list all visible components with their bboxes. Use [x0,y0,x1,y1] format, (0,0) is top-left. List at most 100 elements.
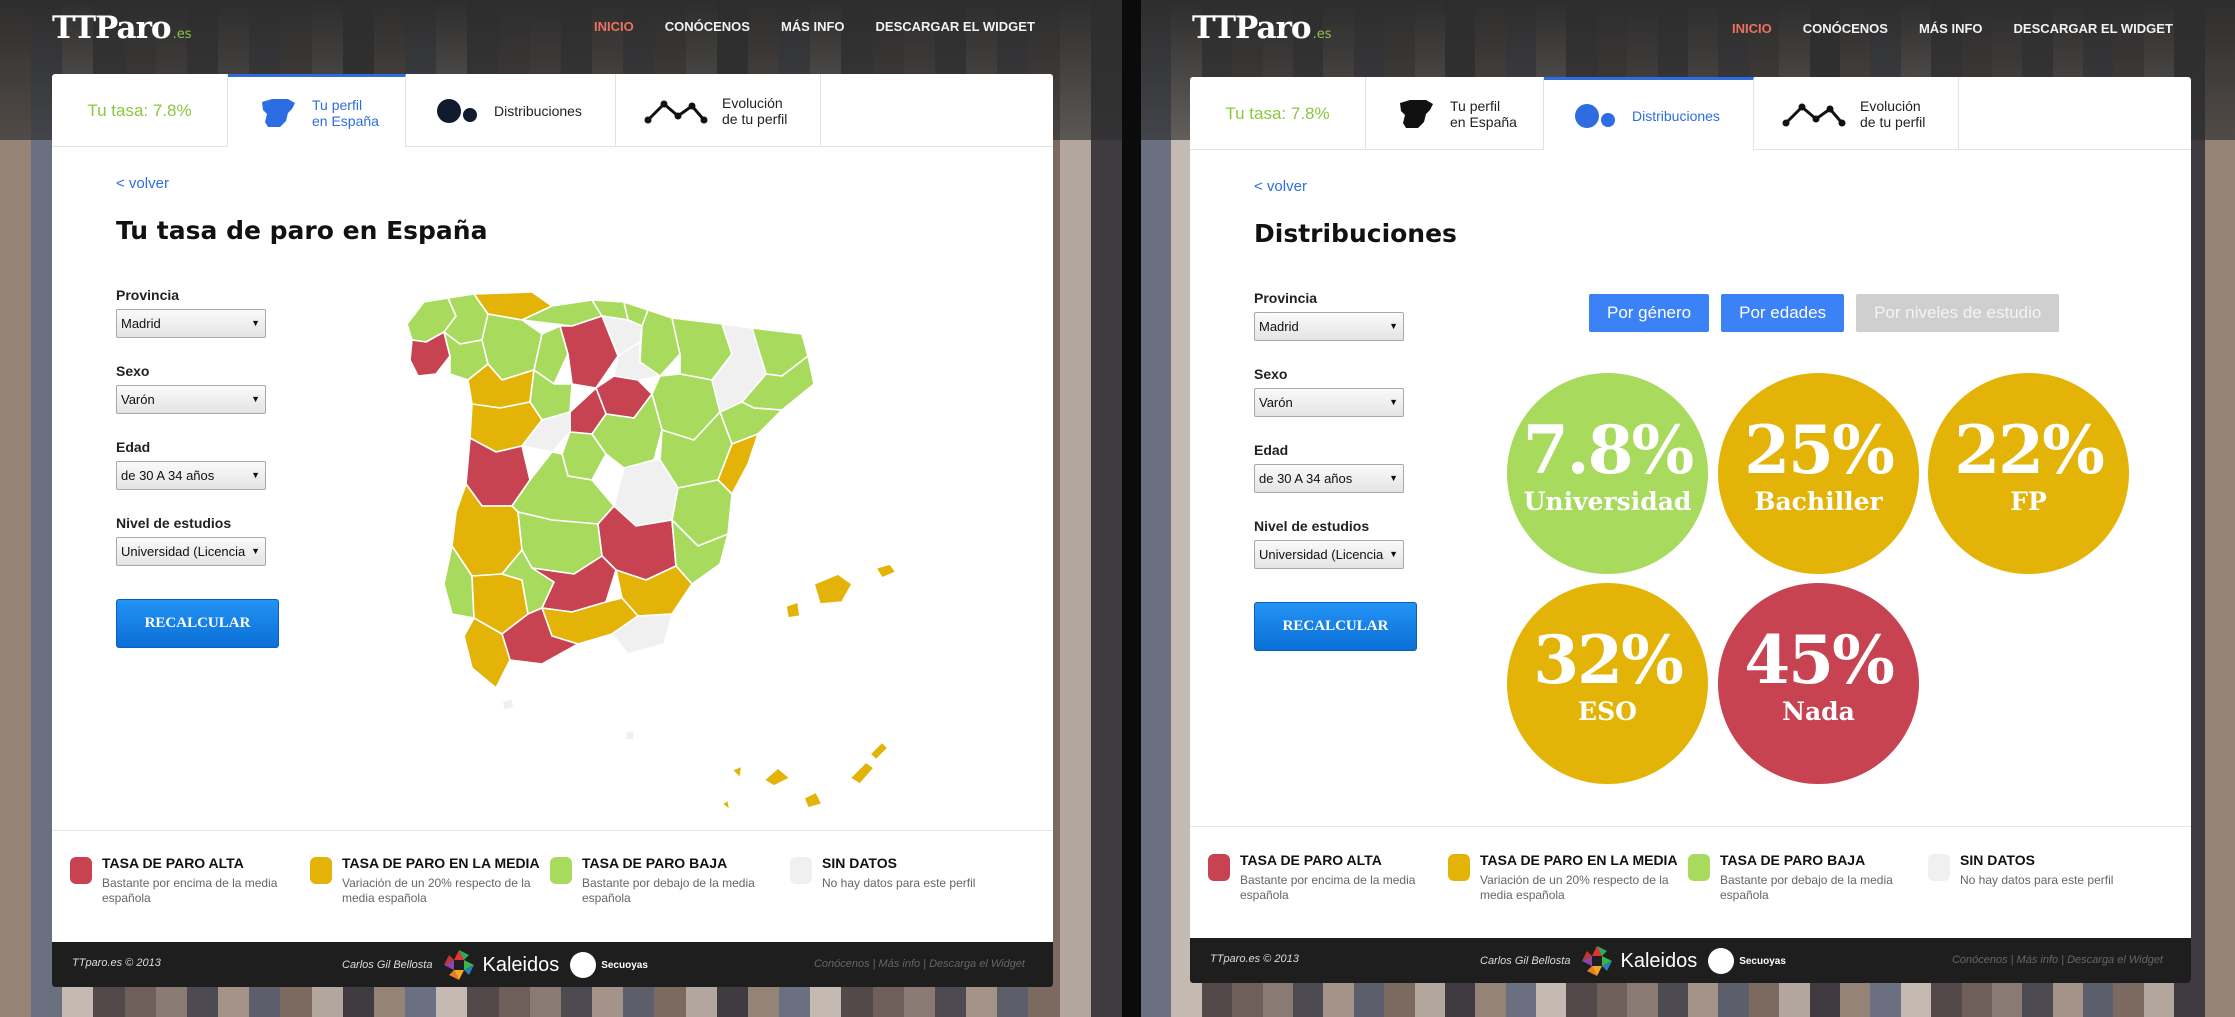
estudios-select[interactable]: Universidad (Licencia ▼ [1254,540,1404,569]
recalcular-button[interactable]: RECALCULAR [116,599,279,648]
province-canarias-east [849,741,889,785]
bubble-fp: 22% FP [1928,373,2129,574]
bubble-bachiller: 25% Bachiller [1718,373,1919,574]
edad-select[interactable]: de 30 A 34 años ▼ [1254,464,1404,493]
select-arrow-icon: ▼ [1389,549,1398,559]
distribution-icon [437,98,477,123]
tab-perfil[interactable]: Tu perfil en España [228,74,406,148]
tab-distribuciones[interactable]: Distribuciones [1544,77,1754,151]
footer-credits: Carlos Gil Bellosta Kaleidos Secuoyas [1480,944,1786,978]
tab-evolucion[interactable]: Evolución de tu perfil [616,74,821,147]
legend-desc: Bastante por debajo de la media española [1720,873,1893,902]
footer-links[interactable]: Conócenos | Más info | Descarga el Widge… [814,958,1025,970]
select-arrow-icon: ▼ [251,546,260,556]
top-bar: TTParo .es INICIO CONÓCENOS MÁS INFO DESC… [1141,0,2235,70]
province-ceuta [501,697,515,711]
legend-desc: Bastante por debajo de la media española [582,876,755,905]
select-arrow-icon: ▼ [251,470,260,480]
bubble-label: Bachiller [1754,487,1883,516]
tab-perfil-label: Tu perfil en España [312,96,379,129]
provincia-label: Provincia [1254,290,1318,306]
filter-por-edades[interactable]: Por edades [1721,294,1845,332]
filter-por-genero[interactable]: Por género [1589,294,1710,332]
select-arrow-icon: ▼ [1389,321,1398,331]
filter-por-niveles-estudio[interactable]: Por niveles de estudio [1856,294,2060,332]
back-link[interactable]: < volver [1254,178,1307,195]
legend-swatch-no-data [790,857,812,884]
tab-bar: Tu tasa: 7.8% Tu perfil en España Distri… [52,74,1053,148]
tab-perfil[interactable]: Tu perfil en España [1366,77,1544,150]
bubble-label: FP [2010,487,2047,516]
nav-conocenos[interactable]: CONÓCENOS [1803,21,1888,36]
sexo-label: Sexo [1254,366,1288,382]
legend-item-no-data: SIN DATOS No hay datos para este perfil [1928,852,2168,903]
bubble-label: Universidad [1523,487,1692,516]
bubble-value: 45% [1744,621,1895,699]
legend-title: TASA DE PARO BAJA [582,855,728,871]
sexo-select[interactable]: Varón ▼ [1254,388,1404,417]
province-canarias-small [721,799,731,811]
provincia-label: Provincia [116,287,180,303]
page-title: Distribuciones [1254,219,1457,248]
back-link[interactable]: < volver [116,175,169,192]
footer-author[interactable]: Carlos Gil Bellosta [1480,955,1570,967]
nav-descargar-widget[interactable]: DESCARGAR EL WIDGET [876,19,1035,34]
bubble-nada: 45% Nada [1718,583,1919,784]
spain-map-icon [1400,99,1433,128]
nav-descargar-widget[interactable]: DESCARGAR EL WIDGET [2014,21,2173,36]
main-card: Tu tasa: 7.8% Tu perfil en España Distri… [52,74,1053,987]
kaleidos-logo-icon [444,950,475,980]
legend-desc: Bastante por encima de la media española [1240,873,1416,902]
kaleidos-brand[interactable]: Kaleidos [1620,950,1697,973]
select-arrow-icon: ▼ [1389,397,1398,407]
nav-mas-info[interactable]: MÁS INFO [1919,21,1983,36]
province-baleares-ibiza [785,601,801,619]
secuoyas-brand[interactable]: Secuoyas [601,960,648,971]
province-melilla [625,729,635,741]
rate-label: Tu tasa: 7.8% [1225,103,1330,123]
estudios-label: Nivel de estudios [116,515,232,531]
legend-swatch-average [310,857,332,884]
footer-links[interactable]: Conócenos | Más info | Descarga el Widge… [1952,954,2163,966]
top-bar: TTParo .es INICIO CONÓCENOS MÁS INFO DESC… [0,0,1122,70]
estudios-select[interactable]: Universidad (Licencia ▼ [116,537,266,566]
edad-select[interactable]: de 30 A 34 años ▼ [116,461,266,490]
legend-item-high: TASA DE PARO ALTA Bastante por encima de … [1208,852,1448,903]
site-logo[interactable]: TTParo .es [52,10,192,46]
select-arrow-icon: ▼ [251,394,260,404]
tab-evolucion[interactable]: Evolución de tu perfil [1754,77,1959,150]
footer: TTparo.es © 2013 Carlos Gil Bellosta Kal… [1190,938,2191,983]
site-logo[interactable]: TTParo .es [1192,10,1332,46]
secuoyas-brand[interactable]: Secuoyas [1739,956,1786,967]
province-baleares-mallorca [813,573,853,605]
provincia-select[interactable]: Madrid ▼ [1254,312,1404,341]
tab-evol-label: Evolución de tu perfil [722,94,788,127]
province-baleares-menorca [875,563,897,579]
screenshot-left-perfil: TTParo .es INICIO CONÓCENOS MÁS INFO DESC… [0,0,1122,1017]
nav-inicio[interactable]: INICIO [594,19,634,34]
tab-tu-tasa[interactable]: Tu tasa: 7.8% [52,74,228,147]
footer: TTparo.es © 2013 Carlos Gil Bellosta Kal… [52,942,1053,987]
legend-item-high: TASA DE PARO ALTA Bastante por encima de … [70,855,310,906]
tab-distribuciones[interactable]: Distribuciones [406,74,616,147]
edad-label: Edad [116,439,151,455]
recalcular-button[interactable]: RECALCULAR [1254,602,1417,651]
nav-conocenos[interactable]: CONÓCENOS [665,19,750,34]
kaleidos-brand[interactable]: Kaleidos [482,954,559,977]
tab-tu-tasa[interactable]: Tu tasa: 7.8% [1190,77,1366,150]
footer-author[interactable]: Carlos Gil Bellosta [342,959,432,971]
legend-divider [1190,826,2191,827]
nav-mas-info[interactable]: MÁS INFO [781,19,845,34]
tab-dist-label: Distribuciones [494,102,582,119]
bubble-value: 32% [1533,621,1684,699]
legend-desc: Variación de un 20% respecto de la media… [342,876,531,905]
legend-swatch-low [1688,854,1710,881]
legend-swatch-high [1208,854,1230,881]
legend-desc: No hay datos para este perfil [1960,873,2114,887]
nav-inicio[interactable]: INICIO [1732,21,1772,36]
provincia-select[interactable]: Madrid ▼ [116,309,266,338]
evolution-icon [1782,103,1846,126]
sexo-select[interactable]: Varón ▼ [116,385,266,414]
secuoyas-logo-icon [570,952,597,978]
select-arrow-icon: ▼ [1389,473,1398,483]
